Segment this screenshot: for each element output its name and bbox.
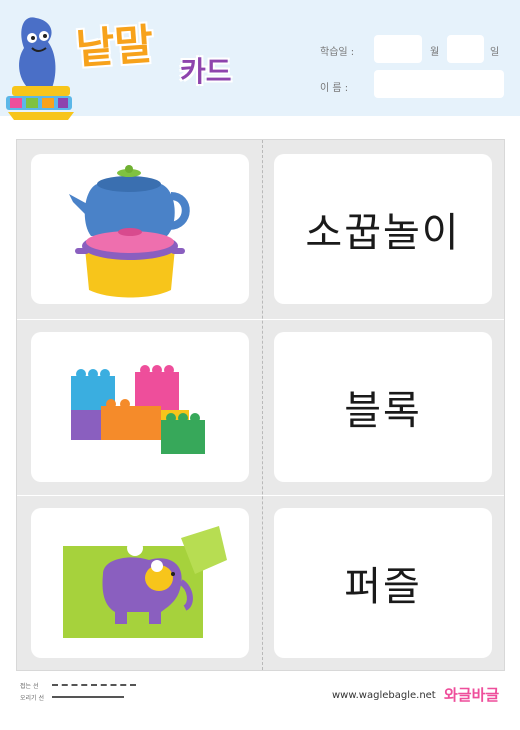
elephant-puzzle-illustration xyxy=(63,526,227,638)
website-url[interactable]: www.waglebagle.net xyxy=(332,690,436,701)
header-banner: 낱말 카드 학습일 : 월 일 이 름 : xyxy=(0,0,520,120)
row-divider xyxy=(17,319,504,320)
word-card-sheet: 소꿉놀이 블록 퍼즐 xyxy=(16,139,505,671)
month-label: 월 xyxy=(430,47,440,58)
day-input[interactable] xyxy=(447,35,484,63)
toy-blocks-illustration xyxy=(71,365,205,454)
card-word: 소꿉놀이 xyxy=(305,210,461,256)
card-word: 퍼즐 xyxy=(344,564,422,610)
fold-line-label: 접는 선 xyxy=(20,683,39,690)
name-input[interactable] xyxy=(374,70,504,98)
tea-set-illustration xyxy=(69,165,190,298)
date-label: 학습일 : xyxy=(320,47,355,58)
day-label: 일 xyxy=(490,47,500,58)
word-card-1[interactable]: 소꿉놀이 xyxy=(274,154,492,304)
mascot-character-icon xyxy=(6,17,74,120)
picture-card-blocks[interactable] xyxy=(31,332,249,482)
brand-logo: 와글바글 xyxy=(444,686,500,704)
title-word-1: 낱말 xyxy=(74,19,155,74)
title-word-2: 카드 xyxy=(180,55,232,88)
row-divider xyxy=(17,495,504,496)
cut-line-sample xyxy=(52,696,124,698)
name-label: 이 름 : xyxy=(320,83,349,94)
word-card-2[interactable]: 블록 xyxy=(274,332,492,482)
word-card-3[interactable]: 퍼즐 xyxy=(274,508,492,658)
card-word: 블록 xyxy=(344,388,422,434)
fold-line-sample xyxy=(52,684,136,686)
month-input[interactable] xyxy=(374,35,422,63)
cut-line-label: 오리기 선 xyxy=(20,695,44,702)
fold-line xyxy=(262,140,263,670)
picture-card-tea-set[interactable] xyxy=(31,154,249,304)
picture-card-puzzle[interactable] xyxy=(31,508,249,658)
